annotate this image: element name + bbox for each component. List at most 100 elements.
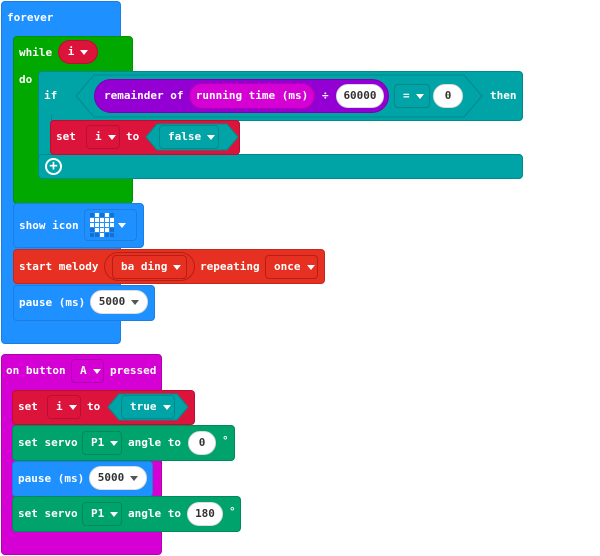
- false-value: false: [168, 130, 202, 143]
- led-cell: [95, 228, 99, 232]
- false-dropdown[interactable]: false: [159, 125, 219, 149]
- degree-symbol: °: [229, 505, 236, 518]
- led-cell: [100, 233, 104, 237]
- led-cell: [105, 228, 109, 232]
- pause-dropdown[interactable]: 5000: [89, 466, 147, 490]
- divide-symbol: ÷: [322, 89, 329, 102]
- pressed-label: pressed: [110, 364, 157, 377]
- melody-dropdown[interactable]: ba ding: [112, 255, 187, 279]
- set-var-value: i: [56, 400, 63, 413]
- running-time-block[interactable]: running time (ms): [189, 83, 315, 109]
- chevron-down-icon: [162, 404, 171, 410]
- while-condition-dropdown[interactable]: i: [58, 40, 98, 64]
- do-label: do: [19, 73, 33, 86]
- led-cell: [110, 218, 114, 222]
- repeating-label: repeating: [200, 260, 260, 273]
- chevron-down-icon: [131, 299, 140, 305]
- chevron-down-icon: [80, 49, 89, 55]
- led-cell: [110, 233, 114, 237]
- led-cell: [105, 233, 109, 237]
- repeat-mode-value: once: [274, 260, 301, 273]
- angle-to-label: angle to: [128, 507, 181, 520]
- divisor-value: 60000: [343, 89, 377, 102]
- repeat-mode-dropdown[interactable]: once: [265, 255, 318, 279]
- to-label: to: [87, 400, 101, 413]
- degree-symbol: °: [222, 434, 229, 447]
- led-cell: [105, 223, 109, 227]
- if-block-footer: [38, 154, 523, 179]
- set-servo-label: set servo: [18, 507, 78, 520]
- to-label: to: [126, 130, 140, 143]
- chevron-down-icon: [130, 475, 139, 481]
- pause-label: pause (ms): [18, 472, 85, 485]
- set-label: set: [56, 130, 76, 143]
- led-cell: [100, 223, 104, 227]
- led-cell: [95, 223, 99, 227]
- led-cell: [90, 218, 94, 222]
- show-icon-label: show icon: [19, 219, 79, 232]
- angle-to-label: angle to: [128, 436, 181, 449]
- heart-icon: [90, 213, 115, 238]
- set-label: set: [18, 400, 38, 413]
- chevron-down-icon: [110, 511, 119, 517]
- chevron-down-icon: [68, 404, 77, 410]
- compare-value: 0: [444, 89, 452, 102]
- chevron-down-icon: [415, 93, 424, 99]
- melody-value: ba ding: [121, 260, 168, 273]
- chevron-down-icon: [306, 264, 315, 270]
- forever-label: forever: [7, 11, 54, 24]
- led-cell: [95, 213, 99, 217]
- set-var-value: i: [95, 130, 102, 143]
- led-cell: [90, 223, 94, 227]
- compare-op-value: =: [403, 89, 410, 102]
- servo-pin-value: P1: [91, 436, 105, 449]
- angle-value: 180: [195, 507, 215, 520]
- plus-circle-icon[interactable]: +: [45, 158, 62, 175]
- divisor-input[interactable]: 60000: [336, 84, 384, 108]
- compare-op-dropdown[interactable]: =: [394, 84, 430, 108]
- led-cell: [110, 213, 114, 217]
- icon-picker-dropdown[interactable]: [84, 209, 137, 241]
- true-dropdown[interactable]: true: [121, 395, 175, 419]
- set-var-dropdown[interactable]: i: [86, 125, 120, 149]
- pause-dropdown[interactable]: 5000: [90, 290, 148, 314]
- pause-label: pause (ms): [19, 296, 86, 309]
- led-cell: [105, 213, 109, 217]
- pause-value: 5000: [97, 471, 125, 484]
- led-cell: [90, 233, 94, 237]
- chevron-down-icon: [173, 264, 182, 270]
- chevron-down-icon: [107, 134, 116, 140]
- chevron-down-icon: [110, 440, 119, 446]
- set-servo-label: set servo: [18, 436, 78, 449]
- button-dropdown[interactable]: A: [71, 359, 104, 383]
- angle-input[interactable]: 0: [188, 431, 216, 455]
- led-cell: [95, 218, 99, 222]
- set-var-dropdown[interactable]: i: [47, 395, 81, 419]
- pause-value: 5000: [98, 295, 126, 308]
- led-cell: [90, 228, 94, 232]
- led-cell: [90, 213, 94, 217]
- angle-value: 0: [198, 436, 206, 449]
- led-cell: [100, 228, 104, 232]
- remainder-label: remainder of: [104, 89, 184, 102]
- led-cell: [100, 213, 104, 217]
- compare-value-input[interactable]: 0: [433, 84, 463, 108]
- chevron-down-icon: [118, 223, 126, 228]
- led-cell: [100, 218, 104, 222]
- if-label: if: [44, 89, 58, 102]
- servo-pin-dropdown[interactable]: P1: [82, 502, 122, 526]
- led-cell: [95, 233, 99, 237]
- while-condition-var: i: [67, 45, 75, 58]
- led-cell: [110, 223, 114, 227]
- while-label: while: [19, 46, 53, 59]
- servo-pin-dropdown[interactable]: P1: [82, 431, 122, 455]
- true-value: true: [130, 400, 157, 413]
- then-label: then: [490, 89, 517, 102]
- chevron-down-icon: [207, 134, 216, 140]
- chevron-down-icon: [92, 368, 101, 374]
- angle-input[interactable]: 180: [187, 502, 223, 526]
- on-button-label: on button: [6, 364, 66, 377]
- running-time-label: running time (ms): [195, 89, 309, 102]
- button-value: A: [80, 364, 87, 377]
- led-cell: [110, 228, 114, 232]
